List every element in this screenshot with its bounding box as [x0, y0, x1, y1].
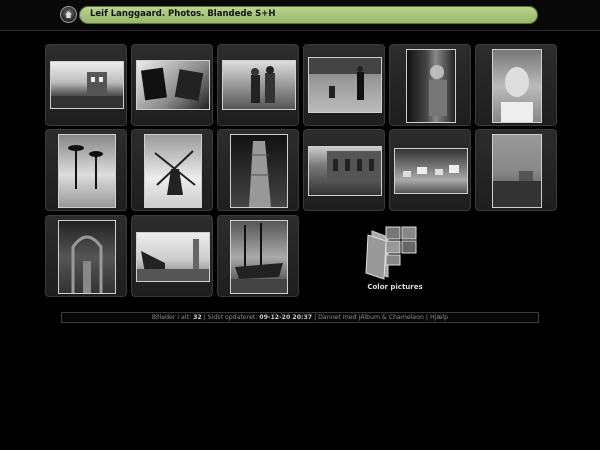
chameleon-link[interactable]: Chameleon — [389, 314, 424, 321]
thumbnail-cell[interactable] — [475, 129, 557, 211]
thumbnail-cell[interactable] — [45, 44, 127, 126]
windmill-photo — [144, 134, 202, 208]
woman-in-coat-photo — [406, 49, 456, 123]
thumbnail-cell[interactable] — [303, 44, 385, 126]
album-title-bar: Leif Langgaard. Photos. Blandede S+H — [79, 6, 538, 24]
thumbnail-cell[interactable] — [389, 44, 471, 126]
jalbum-link[interactable]: jAlbum — [358, 314, 380, 321]
boat-and-minaret-photo — [136, 232, 210, 282]
thumbnail-cell[interactable] — [389, 129, 471, 211]
tilted-frames-photo — [136, 60, 210, 110]
thumbnail-cell[interactable] — [217, 44, 299, 126]
stone-wall-tower-photo — [492, 134, 542, 208]
home-button[interactable] — [60, 6, 77, 23]
thumbnail-cell[interactable] — [131, 44, 213, 126]
thumbnail-cell[interactable] — [217, 129, 299, 211]
total-label: Billeder i alt: — [151, 314, 192, 321]
thumbnail-cell[interactable] — [131, 215, 213, 297]
updated-label: Sidst opdateret: — [207, 314, 258, 321]
sailing-ship-harbor-photo — [230, 220, 288, 294]
brick-tower-photo — [230, 134, 288, 208]
thumbnail-grid: Color pictures — [45, 44, 557, 301]
thumbnail-cell[interactable] — [131, 129, 213, 211]
folder-label: Color pictures — [367, 283, 423, 291]
thumbnail-cell[interactable] — [303, 129, 385, 211]
thumbnail-cell[interactable] — [45, 215, 127, 297]
ampersand: & — [380, 314, 389, 321]
top-bar: Leif Langgaard. Photos. Blandede S+H — [0, 0, 600, 31]
updated-timestamp: 09-12-20 20:37 — [259, 314, 313, 321]
color-pictures-folder[interactable]: Color pictures — [352, 221, 438, 301]
smiling-girl-portrait-photo — [492, 49, 542, 123]
people-on-lawn-photo — [308, 57, 382, 113]
made-with-label: Dannet med — [318, 314, 357, 321]
page-title: Leif Langgaard. Photos. Blandede S+H — [90, 9, 276, 19]
total-count: 32 — [193, 314, 202, 321]
home-icon — [65, 11, 72, 18]
photo-album-folder-icon — [365, 226, 417, 280]
garden-arch-photo — [58, 220, 116, 294]
thumbnail-cell[interactable] — [475, 44, 557, 126]
help-link[interactable]: Hjælp — [430, 314, 448, 321]
thumbnail-cell[interactable] — [45, 129, 127, 211]
ruined-building-photo — [50, 61, 124, 109]
palm-trees-beach-photo — [58, 134, 116, 208]
status-footer: Billeder i alt: 32 | Sidst opdateret: 09… — [61, 312, 539, 323]
arched-building-street-photo — [308, 146, 382, 196]
thumbnail-cell[interactable] — [217, 215, 299, 297]
two-men-graffiti-photo — [222, 60, 296, 110]
hillside-village-photo — [394, 148, 468, 194]
